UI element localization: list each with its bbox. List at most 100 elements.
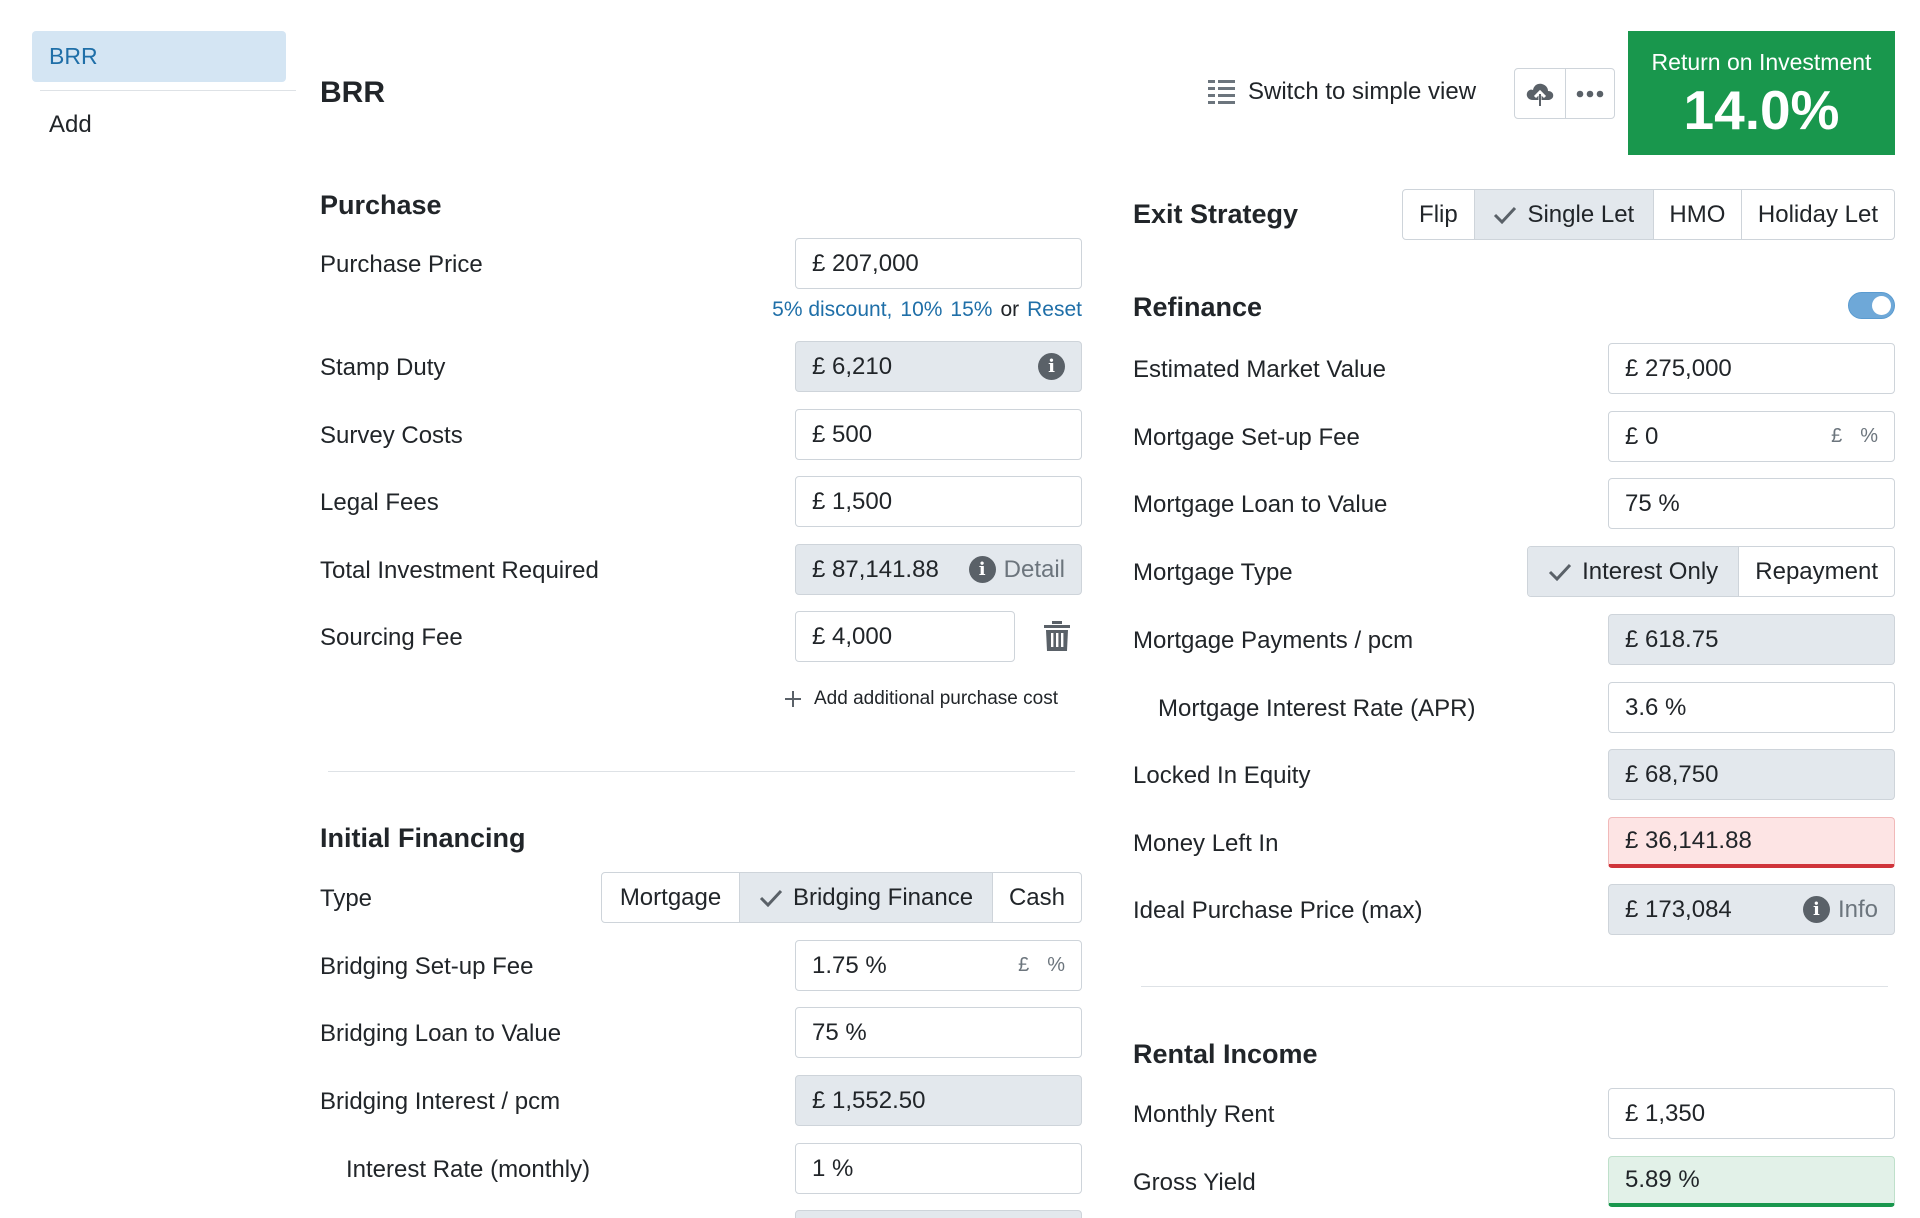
sourcing-fee-label: Sourcing Fee [320, 624, 463, 651]
exit-strategy-holiday-let[interactable]: Holiday Let [1740, 190, 1894, 239]
money-left-label: Money Left In [1133, 830, 1279, 857]
mortgage-type-selector: Interest Only Repayment [1527, 546, 1895, 597]
mortgage-ltv-label: Mortgage Loan to Value [1133, 491, 1388, 518]
purchase-price-label: Purchase Price [320, 251, 483, 278]
mortgage-setup-fee-input[interactable]: £ 0 £ % [1608, 411, 1895, 462]
discount-links: 5% discount, 10% 15% or Reset [772, 298, 1082, 322]
next-field-partial [795, 1210, 1082, 1218]
cloud-upload-button[interactable] [1515, 69, 1565, 118]
discount-or-text: or [1000, 298, 1020, 321]
sourcing-fee-input[interactable]: £ 4,000 [795, 611, 1015, 662]
financing-type-mortgage[interactable]: Mortgage [602, 873, 739, 922]
discount-5-link[interactable]: 5% discount, [772, 298, 892, 322]
market-value-input[interactable]: £ 275,000 [1608, 343, 1895, 394]
monthly-rent-input[interactable]: £ 1,350 [1608, 1088, 1895, 1139]
exit-strategy-title: Exit Strategy [1133, 199, 1299, 229]
exit-strategy-single-let[interactable]: Single Let [1473, 190, 1653, 239]
info-icon: i [1802, 896, 1830, 923]
stamp-duty-label: Stamp Duty [320, 354, 446, 381]
gross-yield-label: Gross Yield [1133, 1169, 1256, 1196]
unit-pound-toggle[interactable]: £ [1018, 954, 1029, 977]
section-divider [328, 771, 1075, 772]
bridging-interest-field: £ 1,552.50 [795, 1075, 1082, 1126]
interest-rate-monthly-value: 1 % [812, 1154, 854, 1182]
sidebar-item-brr[interactable]: BRR [32, 31, 286, 82]
mortgage-interest-rate-value: 3.6 % [1625, 693, 1687, 721]
mortgage-payments-value: £ 618.75 [1625, 625, 1719, 653]
add-purchase-cost-button[interactable]: Add additional purchase cost [784, 688, 1058, 710]
survey-costs-value: £ 500 [812, 420, 873, 448]
bridging-ltv-value: 75 % [812, 1018, 867, 1046]
total-investment-field: £ 87,141.88 i Detail [795, 544, 1082, 595]
bridging-setup-fee-label: Bridging Set-up Fee [320, 953, 534, 980]
purchase-price-value: £ 207,000 [812, 249, 919, 277]
exit-strategy-holiday-let-label: Holiday Let [1757, 200, 1878, 228]
unit-percent-toggle[interactable]: % [1860, 425, 1878, 448]
financing-type-bridging-label: Bridging Finance [792, 883, 974, 911]
discount-10-link[interactable]: 10% [900, 298, 942, 322]
roi-summary: Return on Investment 14.0% [1628, 31, 1895, 155]
discount-reset-link[interactable]: Reset [1027, 298, 1082, 322]
legal-fees-value: £ 1,500 [812, 487, 893, 515]
financing-type-mortgage-label: Mortgage [619, 883, 722, 911]
mortgage-ltv-input[interactable]: 75 % [1608, 478, 1895, 529]
bridging-ltv-label: Bridging Loan to Value [320, 1020, 562, 1047]
refinance-title: Refinance [1133, 292, 1263, 322]
financing-type-label: Type [320, 885, 373, 912]
locked-equity-value: £ 68,750 [1625, 760, 1719, 788]
info-icon: i [968, 556, 996, 583]
bridging-ltv-input[interactable]: 75 % [795, 1007, 1082, 1058]
money-left-value: £ 36,141.88 [1625, 827, 1752, 854]
exit-strategy-flip[interactable]: Flip [1403, 190, 1474, 239]
check-icon [759, 889, 783, 907]
gross-yield-value: 5.89 % [1625, 1166, 1700, 1193]
ideal-price-label: Ideal Purchase Price (max) [1133, 897, 1423, 924]
refinance-toggle[interactable] [1848, 292, 1895, 319]
interest-rate-monthly-input[interactable]: 1 % [795, 1143, 1082, 1194]
gross-yield-field: 5.89 % [1608, 1156, 1895, 1207]
mortgage-type-interest-only-label: Interest Only [1582, 557, 1719, 585]
more-options-button[interactable] [1564, 69, 1615, 118]
mortgage-type-interest-only[interactable]: Interest Only [1528, 547, 1739, 596]
exit-strategy-selector: Flip Single Let HMO Holiday Let [1402, 189, 1895, 240]
mortgage-interest-rate-label: Mortgage Interest Rate (APR) [1158, 695, 1476, 722]
financing-type-cash[interactable]: Cash [991, 873, 1081, 922]
roi-value: 14.0% [1683, 79, 1840, 141]
survey-costs-input[interactable]: £ 500 [795, 409, 1082, 460]
monthly-rent-label: Monthly Rent [1133, 1101, 1275, 1128]
ideal-price-field: £ 173,084 i Info [1608, 884, 1895, 935]
ideal-price-info-button[interactable]: i Info [1802, 895, 1878, 924]
switch-view-button[interactable]: Switch to simple view [1208, 77, 1476, 107]
section-divider [1141, 986, 1888, 987]
unit-percent-toggle[interactable]: % [1047, 954, 1065, 977]
add-purchase-cost-label: Add additional purchase cost [814, 688, 1058, 709]
ellipsis-icon [1576, 90, 1604, 97]
unit-pound-toggle[interactable]: £ [1831, 425, 1842, 448]
check-icon [1494, 206, 1517, 224]
info-icon[interactable]: i [1038, 353, 1065, 380]
toolbar-icon-group [1514, 68, 1615, 119]
purchase-price-input[interactable]: £ 207,000 [795, 238, 1082, 289]
financing-type-bridging[interactable]: Bridging Finance [739, 873, 992, 922]
monthly-rent-value: £ 1,350 [1625, 1099, 1706, 1127]
bridging-setup-fee-value: 1.75 % [812, 951, 887, 979]
market-value-label: Estimated Market Value [1133, 356, 1386, 383]
sidebar-item-add[interactable]: Add [49, 111, 92, 139]
bridging-interest-value: £ 1,552.50 [812, 1086, 926, 1114]
discount-15-link[interactable]: 15% [950, 298, 992, 322]
mortgage-type-repayment[interactable]: Repayment [1738, 547, 1894, 596]
total-investment-detail-button[interactable]: i Detail [968, 556, 1065, 584]
roi-label: Return on Investment [1651, 49, 1872, 75]
initial-financing-title: Initial Financing [320, 823, 526, 853]
mortgage-type-repayment-label: Repayment [1755, 557, 1878, 585]
list-icon [1208, 80, 1235, 104]
financing-type-cash-label: Cash [1008, 883, 1065, 911]
info-label: Info [1837, 895, 1878, 923]
page-title: BRR [320, 76, 385, 109]
bridging-setup-fee-input[interactable]: 1.75 % £ % [795, 940, 1082, 991]
mortgage-type-label: Mortgage Type [1133, 559, 1293, 586]
legal-fees-input[interactable]: £ 1,500 [795, 476, 1082, 527]
mortgage-interest-rate-input[interactable]: 3.6 % [1608, 682, 1895, 733]
exit-strategy-hmo[interactable]: HMO [1652, 190, 1741, 239]
trash-icon[interactable] [1043, 621, 1071, 652]
